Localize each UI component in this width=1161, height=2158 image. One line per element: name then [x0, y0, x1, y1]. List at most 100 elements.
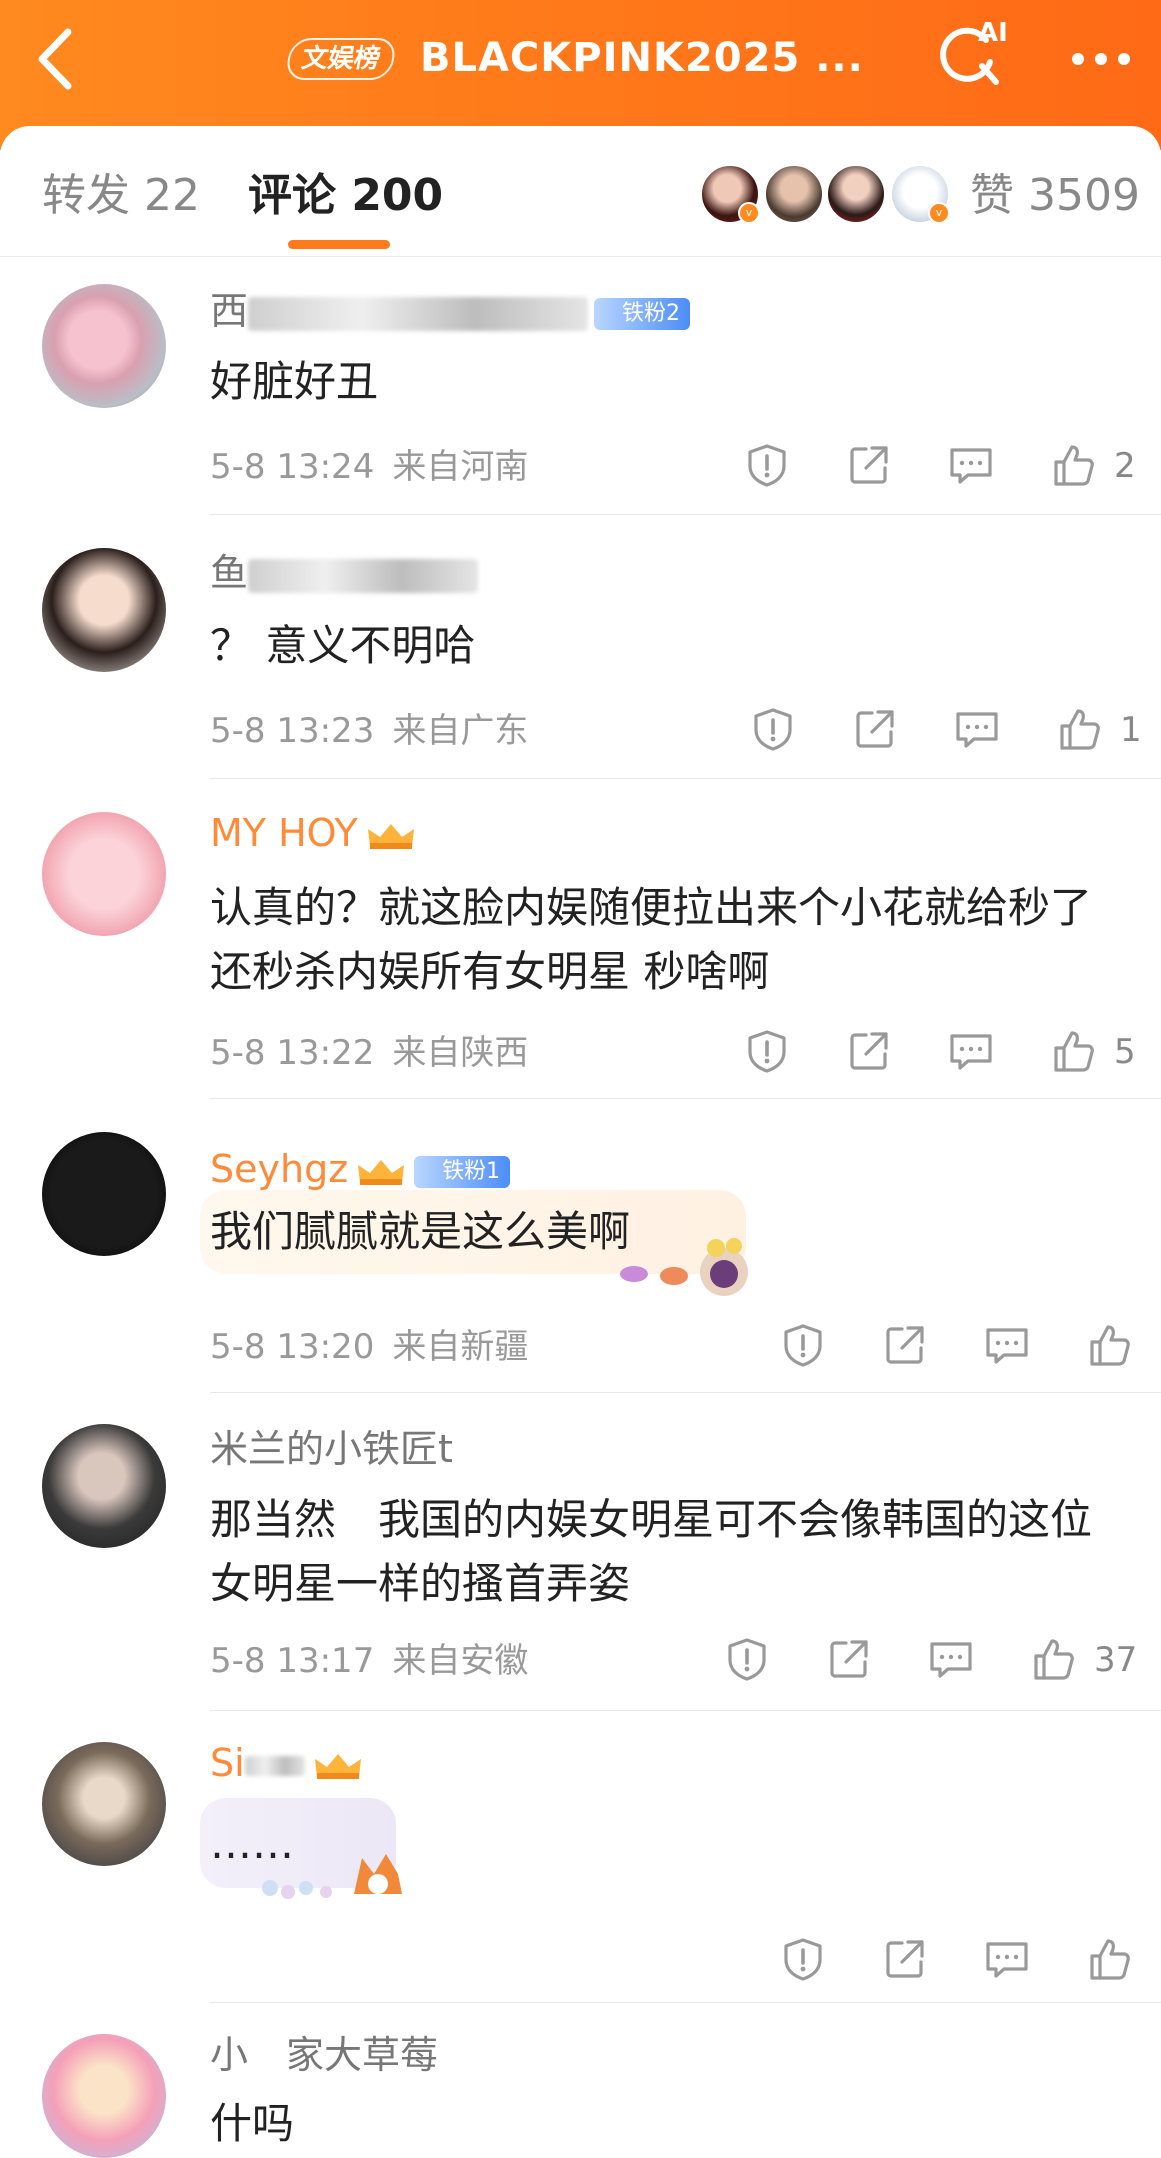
- comment-item: 鱼 ？ 意义不明哈 5-8 13:23 来自广东 1: [0, 518, 1161, 780]
- username-text: Si: [210, 1741, 245, 1785]
- share-icon[interactable]: [846, 442, 892, 488]
- blurred-name: [248, 296, 589, 331]
- comment-meta: 5-8 13:22 来自陕西: [210, 1028, 546, 1078]
- share-icon[interactable]: [826, 1636, 872, 1682]
- username[interactable]: MY HOY: [210, 808, 418, 858]
- comment-item: MY HOY 认真的？就这脸内娱随便拉出来个小花就给秒了 还秒杀内娱所有女明星 …: [0, 782, 1161, 1100]
- comment-item: 米兰的小铁匠t 那当然 我国的内娱女明星可不会像韩国的这位女明星一样的搔首弄姿 …: [0, 1396, 1161, 1712]
- verified-icon: v: [738, 202, 760, 224]
- tab-comments[interactable]: 评论 200: [248, 166, 443, 226]
- share-icon[interactable]: [846, 1028, 892, 1074]
- reply-icon[interactable]: [948, 442, 994, 488]
- comment-location: 来自新疆: [392, 1327, 529, 1367]
- comment-time: 5-8 13:17: [210, 1641, 375, 1681]
- comment-meta: 5-8 13:23 来自广东: [210, 706, 546, 756]
- username-text: MY HOY: [210, 811, 358, 855]
- like-icon[interactable]: [1056, 706, 1102, 752]
- comment-time: 5-8 13:22: [210, 1033, 375, 1073]
- active-tab-indicator: [288, 240, 390, 249]
- fan-badge: 铁粉2: [594, 297, 691, 330]
- comment-text: 什吗: [210, 2099, 295, 2148]
- share-icon[interactable]: [882, 1322, 928, 1368]
- reply-icon[interactable]: [948, 1028, 994, 1074]
- avatar[interactable]: [42, 812, 166, 936]
- avatar[interactable]: [42, 1742, 166, 1866]
- crown-icon: [314, 1753, 361, 1779]
- avatar[interactable]: [42, 1424, 166, 1548]
- share-icon[interactable]: [852, 706, 898, 752]
- liker-avatar[interactable]: [826, 164, 886, 224]
- like-count: 1: [1120, 710, 1142, 750]
- entertainment-rank-badge[interactable]: 文娱榜: [284, 38, 398, 80]
- comment-text: 那当然 我国的内娱女明星可不会像韩国的这位女明星一样的搔首弄姿: [210, 1495, 1093, 1608]
- report-icon[interactable]: [744, 1028, 790, 1074]
- report-icon[interactable]: [750, 706, 796, 752]
- like-count: 5: [1114, 1032, 1136, 1072]
- report-icon[interactable]: [724, 1636, 770, 1682]
- comment-actions: [780, 1936, 1160, 1992]
- avatar[interactable]: [42, 548, 166, 672]
- back-arrow-icon[interactable]: [28, 24, 88, 94]
- comment-item: Seyhgz 铁粉1 我们腻腻就是这么美啊 5-8 13:20 来自新疆: [0, 1102, 1161, 1394]
- reply-icon[interactable]: [984, 1322, 1030, 1368]
- username-text: 西: [210, 289, 249, 333]
- blurred-name: [248, 558, 479, 593]
- comment-time: 5-8 13:24: [210, 447, 375, 487]
- comment-item: Si ……: [0, 1714, 1161, 2004]
- username[interactable]: 鱼: [210, 548, 479, 598]
- username[interactable]: Si: [210, 1738, 365, 1788]
- username[interactable]: 米兰的小铁匠t: [210, 1424, 453, 1474]
- comment-meta: 5-8 13:17 来自安徽: [210, 1636, 546, 1686]
- divider: [210, 2002, 1161, 2003]
- username[interactable]: Seyhgz 铁粉1: [210, 1144, 511, 1194]
- liker-avatar[interactable]: [764, 164, 824, 224]
- page-title: BLACKPINK2025 ...: [420, 35, 864, 81]
- comment-actions: 2: [744, 442, 1144, 498]
- comment-location: 来自安徽: [392, 1641, 529, 1681]
- comment-text: 认真的？就这脸内娱随便拉出来个小花就给秒了 还秒杀内娱所有女明星 秒啥啊: [210, 883, 1093, 996]
- divider: [210, 1098, 1161, 1099]
- crown-icon: [367, 823, 414, 849]
- more-options-icon[interactable]: [1066, 40, 1136, 76]
- like-count: 37: [1094, 1640, 1138, 1680]
- report-icon[interactable]: [780, 1322, 826, 1368]
- reply-icon[interactable]: [954, 706, 1000, 752]
- comment-time: 5-8 13:20: [210, 1327, 375, 1367]
- report-icon[interactable]: [744, 442, 790, 488]
- comment-actions: 5: [744, 1028, 1144, 1084]
- comment-actions: 1: [750, 706, 1150, 762]
- divider: [210, 1392, 1161, 1393]
- divider: [210, 514, 1161, 515]
- avatar[interactable]: [42, 2034, 166, 2158]
- like-icon[interactable]: [1050, 1028, 1096, 1074]
- like-icon[interactable]: [1086, 1936, 1132, 1982]
- like-icon[interactable]: [1030, 1636, 1076, 1682]
- likes-total[interactable]: 赞 3509: [970, 166, 1140, 226]
- username[interactable]: 小 家大草莓: [210, 2030, 438, 2080]
- username-text: 米兰的小铁匠t: [210, 1427, 453, 1471]
- like-icon[interactable]: [1050, 442, 1096, 488]
- tab-repost[interactable]: 转发 22: [42, 166, 200, 226]
- comment-text: 好脏好丑: [210, 357, 379, 406]
- divider: [210, 1710, 1161, 1711]
- comment-actions: 37: [724, 1636, 1144, 1692]
- verified-icon: v: [928, 202, 950, 224]
- crown-icon: [358, 1159, 405, 1185]
- comment-actions: [780, 1322, 1160, 1378]
- avatar[interactable]: [42, 1132, 166, 1256]
- reply-icon[interactable]: [984, 1936, 1030, 1982]
- avatar[interactable]: [42, 284, 166, 408]
- divider: [210, 778, 1161, 779]
- username-text: Seyhgz: [210, 1147, 349, 1191]
- report-icon[interactable]: [780, 1936, 826, 1982]
- comment-location: 来自陕西: [392, 1033, 529, 1073]
- reply-icon[interactable]: [928, 1636, 974, 1682]
- comment-meta: 5-8 13:24 来自河南: [210, 442, 546, 492]
- blurred-name: [244, 1755, 305, 1776]
- like-icon[interactable]: [1086, 1322, 1132, 1368]
- comment-location: 来自广东: [392, 711, 529, 751]
- username[interactable]: 西 铁粉2: [210, 286, 691, 336]
- username-text: 小 家大草莓: [210, 2033, 439, 2077]
- comment-item: 西 铁粉2 好脏好丑 5-8 13:24 来自河南 2: [0, 258, 1161, 516]
- share-icon[interactable]: [882, 1936, 928, 1982]
